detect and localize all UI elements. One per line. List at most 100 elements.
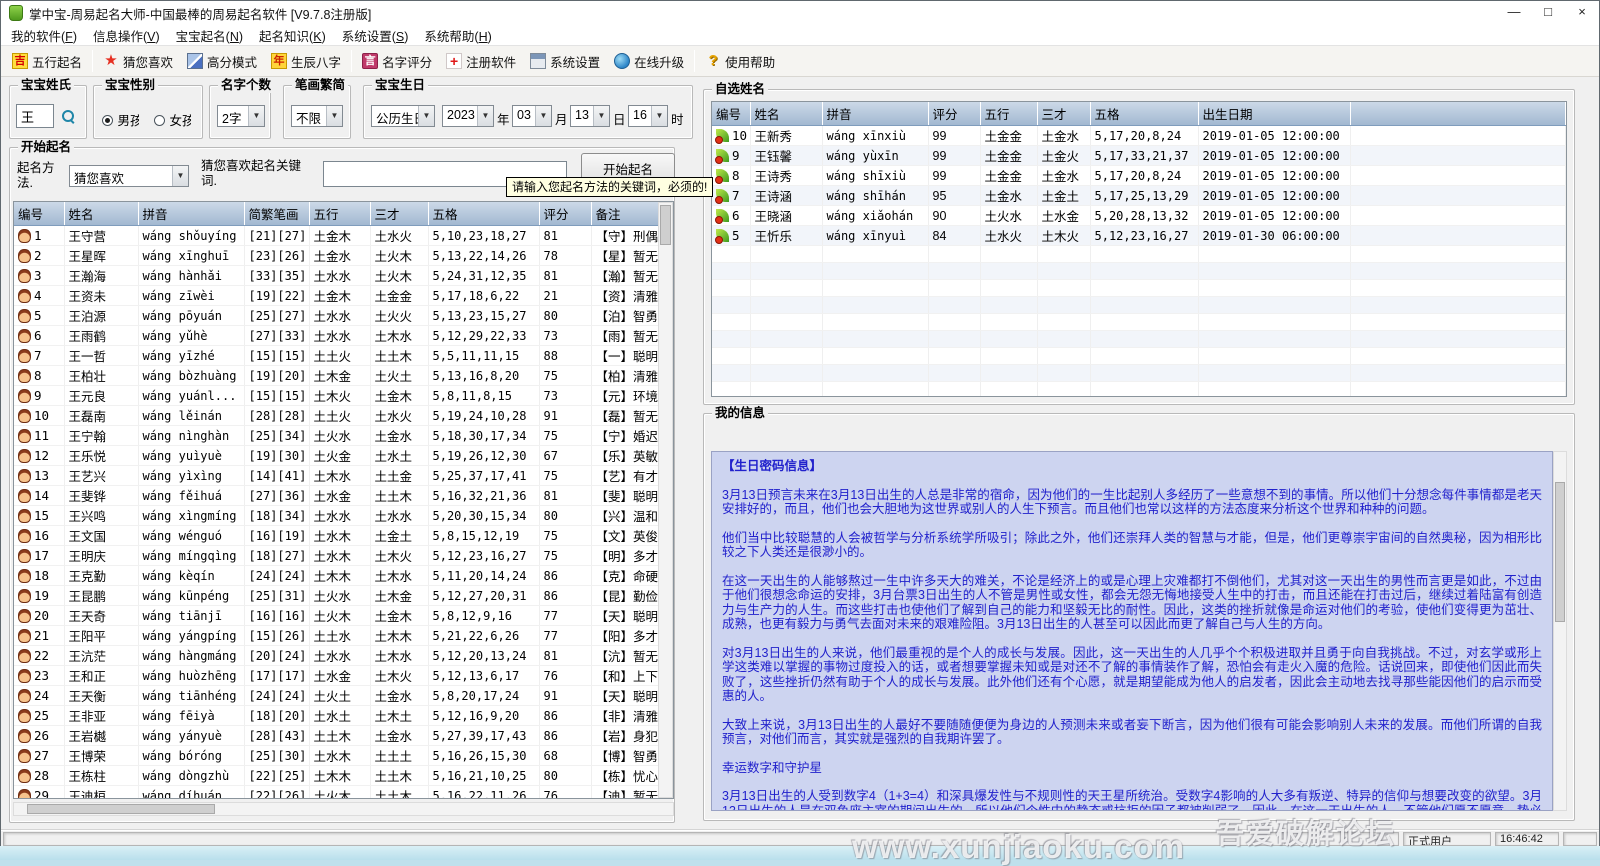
- menu-item[interactable]: 系统设置(S): [334, 24, 417, 47]
- column-header[interactable]: 编号: [14, 202, 64, 226]
- high-score-icon: [187, 53, 203, 69]
- name-row[interactable]: 1王守营wáng shǒuyíng[21][27]土金木土水火5,10,23,1…: [14, 226, 658, 246]
- name-row[interactable]: 27王博荣wáng bóróng[25][30]土水木土土土5,16,26,15…: [14, 746, 658, 766]
- menu-item[interactable]: 系统帮助(H): [416, 24, 499, 47]
- toolbar-button[interactable]: ?使用帮助: [698, 49, 782, 74]
- menu-item[interactable]: 宝宝起名(N): [168, 24, 251, 47]
- close-button[interactable]: ×: [1565, 1, 1599, 25]
- name-row[interactable]: 5王泊源wáng pōyuán[25][27]土水水土火火5,13,23,15,…: [14, 306, 658, 326]
- scrollbar-thumb[interactable]: [27, 804, 215, 814]
- gender-radio-male[interactable]: 男孩: [102, 110, 139, 129]
- column-header[interactable]: 拼音: [138, 202, 244, 226]
- name-row[interactable]: 17王明庆wáng míngqìng[18][27]土水木土木火5,12,23,…: [14, 546, 658, 566]
- scrollbar-thumb[interactable]: [660, 205, 671, 245]
- cell: 68: [539, 746, 591, 766]
- column-header[interactable]: 评分: [539, 202, 591, 226]
- naming-method-select[interactable]: 猜您喜欢▼: [69, 165, 189, 187]
- name-count-select[interactable]: 2字▼: [217, 105, 265, 127]
- cell: 土金金: [980, 166, 1037, 186]
- cell: 【斐】聪明: [591, 486, 658, 506]
- name-row[interactable]: 8王柏壮wáng bòzhuàng[19][20]土木金土火土5,13,16,8…: [14, 366, 658, 386]
- column-header[interactable]: 评分: [928, 102, 980, 126]
- name-row[interactable]: 6王雨鹤wáng yǔhè[27][33]土水水土木水5,12,29,22,33…: [14, 326, 658, 346]
- search-icon[interactable]: [62, 110, 75, 123]
- minimize-button[interactable]: —: [1497, 1, 1531, 25]
- column-header[interactable]: 三才: [1037, 102, 1090, 126]
- gender-groupbox: 宝宝性别 男孩 女孩: [93, 85, 203, 139]
- toolbar-button[interactable]: 系统设置: [523, 49, 607, 74]
- name-row[interactable]: 7王一哲wáng yīzhé[15][15]土土火土土木5,5,11,11,15…: [14, 346, 658, 366]
- toolbar-button[interactable]: 年生辰八字: [264, 49, 348, 74]
- column-header[interactable]: 简繁笔画: [244, 202, 309, 226]
- name-row[interactable]: 24王天衡wáng tiānhéng[24][24]土火土土金水5,8,20,1…: [14, 686, 658, 706]
- name-row[interactable]: 28王栋柱wáng dòngzhù[22][25]土木木土土木5,16,21,1…: [14, 766, 658, 786]
- name-row[interactable]: 11王宁翰wáng nìnghàn[25][34]土火水土金水5,18,30,1…: [14, 426, 658, 446]
- cell: 王一哲: [64, 346, 138, 366]
- menu-item[interactable]: 起名知识(K): [251, 24, 334, 47]
- name-row[interactable]: 2王星晖wáng xīnghuī[23][26]土金水土火木5,13,22,14…: [14, 246, 658, 266]
- column-header[interactable]: 编号: [712, 102, 750, 126]
- strokes-select[interactable]: 不限▼: [291, 105, 343, 127]
- name-row[interactable]: 8王诗秀wáng shīxiù99土金金土金水5,17,20,8,242019-…: [712, 166, 1566, 186]
- name-row[interactable]: 26王岩樾wáng yányuè[28][43]土土木土金水5,27,39,17…: [14, 726, 658, 746]
- column-header[interactable]: 三才: [370, 202, 428, 226]
- calendar-type-select[interactable]: 公历生日▼: [371, 105, 435, 127]
- name-row[interactable]: 16王文国wáng wénguó[16][19]土水木土金土5,8,15,12,…: [14, 526, 658, 546]
- toolbar-button[interactable]: ★猜您喜欢: [96, 49, 180, 74]
- column-header[interactable]: 姓名: [750, 102, 822, 126]
- name-row[interactable]: 10王磊南wáng lěinán[28][28]土土火土水火5,19,24,10…: [14, 406, 658, 426]
- toolbar-button[interactable]: 在线升级: [607, 49, 691, 74]
- name-row[interactable]: 7王诗涵wáng shīhán95土金水土金土5,17,25,13,292019…: [712, 186, 1566, 206]
- name-row[interactable]: 19王昆鹏wáng kūnpéng[25][31]土火水土木金5,12,27,2…: [14, 586, 658, 606]
- name-row[interactable]: 23王和正wáng huòzhēng[17][17]土水金土木火5,12,13,…: [14, 666, 658, 686]
- name-row[interactable]: 21王阳平wáng yángpíng[15][26]土土水土木木5,21,22,…: [14, 626, 658, 646]
- name-row[interactable]: 22王沆茫wáng hàngmáng[20][24]土水水土木水5,12,20,…: [14, 646, 658, 666]
- column-header[interactable]: 姓名: [64, 202, 138, 226]
- name-row[interactable]: 3王瀚海wáng hànhǎi[33][35]土水水土火木5,24,31,12,…: [14, 266, 658, 286]
- column-header[interactable]: 拼音: [822, 102, 928, 126]
- name-row[interactable]: 20王天奇wáng tiānjī[16][16]土火木土金木5,8,12,9,1…: [14, 606, 658, 626]
- hour-select[interactable]: 16▼: [628, 105, 668, 127]
- cell: 土土木: [370, 766, 428, 786]
- name-row[interactable]: 9王钰馨wáng yùxīn99土金金土金火5,17,33,21,372019-…: [712, 146, 1566, 166]
- toolbar-button[interactable]: 吉五行起名: [5, 49, 89, 74]
- name-row[interactable]: 9王元良wáng yuánl...[15][15]土木火土金木5,8,11,8,…: [14, 386, 658, 406]
- toolbar-button[interactable]: 言名字评分: [355, 49, 439, 74]
- column-header[interactable]: 五行: [309, 202, 370, 226]
- toolbar-button[interactable]: +注册软件: [439, 49, 523, 74]
- maximize-button[interactable]: □: [1531, 1, 1565, 25]
- name-row[interactable]: 4王资未wáng zīwèi[19][22]土金木土金金5,17,18,6,22…: [14, 286, 658, 306]
- candidate-horizontal-scrollbar[interactable]: [13, 802, 674, 816]
- cell: wáng yángpíng: [138, 626, 244, 646]
- name-row[interactable]: 6王晓涵wáng xiǎohán90土火水土水金5,20,28,13,32201…: [712, 206, 1566, 226]
- gender-radio-female[interactable]: 女孩: [154, 110, 191, 129]
- row-number-cell: 4: [14, 286, 64, 306]
- name-row[interactable]: 5王忻乐wáng xīnyuì84土水火土木火5,12,23,16,272019…: [712, 226, 1566, 246]
- name-row[interactable]: 15王兴鸣wáng xìngmíng[18][34]土水水土水水5,20,30,…: [14, 506, 658, 526]
- column-header[interactable]: 出生日期: [1198, 102, 1350, 126]
- name-row[interactable]: 10王新秀wáng xīnxiù99土金金土金水5,17,20,8,242019…: [712, 126, 1566, 146]
- day-select[interactable]: 13▼: [570, 105, 610, 127]
- info-vertical-scrollbar[interactable]: [1553, 451, 1567, 811]
- column-header[interactable]: 五格: [1090, 102, 1198, 126]
- year-select[interactable]: 2023▼: [442, 105, 494, 127]
- name-row[interactable]: 18王克勤wáng kèqín[24][24]土木木土木水5,11,20,14,…: [14, 566, 658, 586]
- candidate-vertical-scrollbar[interactable]: [658, 202, 673, 798]
- name-row[interactable]: 13王艺兴wáng yìxìng[14][41]土木水土土金5,25,37,17…: [14, 466, 658, 486]
- name-row[interactable]: 29王迪桓wáng díhuán[22][26]土火木土土木5,16,22,11…: [14, 786, 658, 800]
- month-select[interactable]: 03▼: [512, 105, 552, 127]
- cell: wáng zīwèi: [138, 286, 244, 306]
- column-header[interactable]: 备注: [591, 202, 658, 226]
- menu-item[interactable]: 我的软件(F): [3, 24, 85, 47]
- scrollbar-thumb[interactable]: [1555, 482, 1565, 622]
- column-header[interactable]: 五行: [980, 102, 1037, 126]
- cell: 81: [539, 226, 591, 246]
- name-row[interactable]: 12王乐悦wáng yuìyuè[19][30]土火金土水土5,19,26,12…: [14, 446, 658, 466]
- menu-item[interactable]: 信息操作(V): [85, 24, 168, 47]
- name-row[interactable]: 25王非亚wáng fēiyà[18][20]土水土土木土5,12,16,9,2…: [14, 706, 658, 726]
- cell-empty: [980, 280, 1037, 297]
- surname-input[interactable]: [16, 104, 54, 128]
- toolbar-button[interactable]: 高分模式: [180, 49, 264, 74]
- column-header[interactable]: 五格: [428, 202, 539, 226]
- name-row[interactable]: 14王斐铧wáng fěihuá[27][36]土水金土土木5,16,32,21…: [14, 486, 658, 506]
